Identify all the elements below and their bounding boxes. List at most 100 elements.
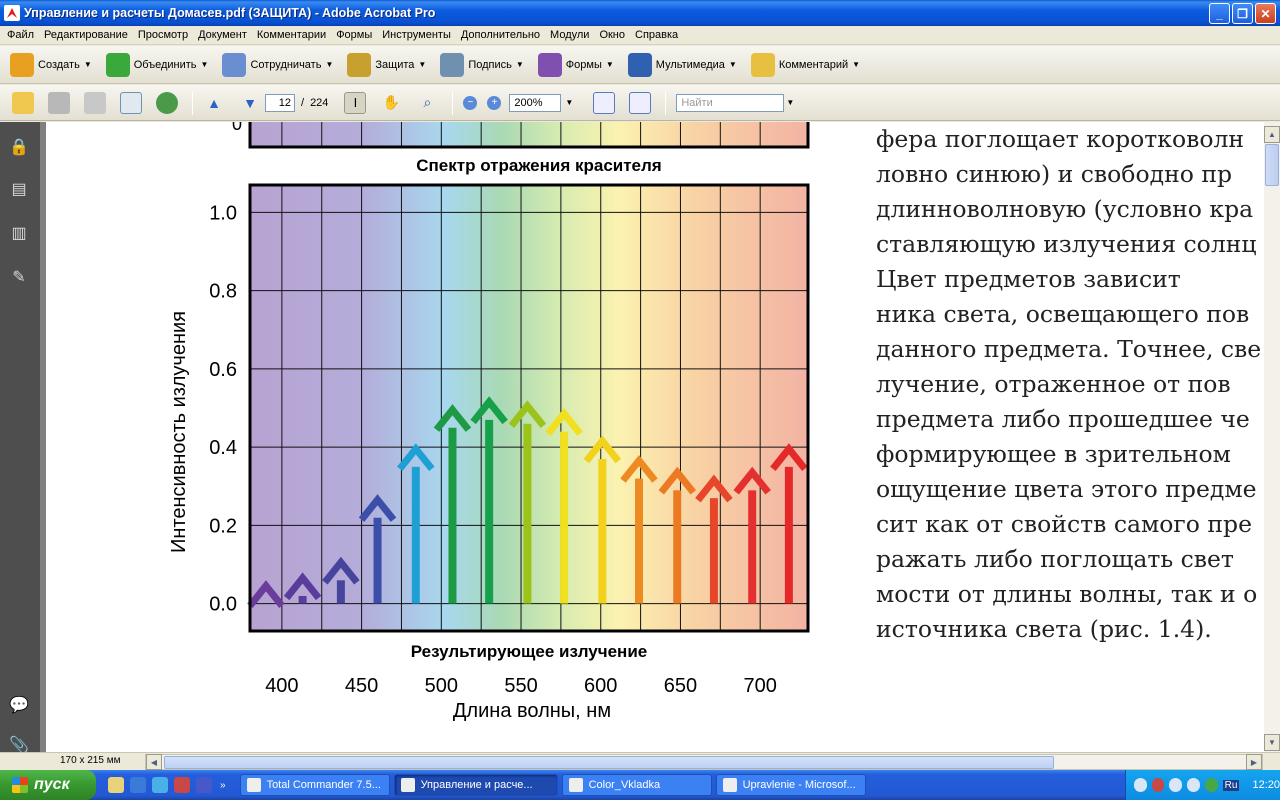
menu-item[interactable]: Просмотр [133,29,193,41]
scroll-down-button[interactable]: ▼ [1264,734,1280,751]
arrow-shaft [635,478,644,604]
figure-svg: 0 Спектр отражения красителя 0.00.20.40.… [168,122,810,722]
vertical-scroll-thumb[interactable] [1265,144,1279,186]
window-title: Управление и расчеты Домасев.pdf (ЗАЩИТА… [24,6,436,20]
toolbar-button[interactable]: Подпись ▼ [440,52,524,77]
arrow-shaft [523,423,532,604]
menu-item[interactable]: Редактирование [39,29,133,41]
start-button[interactable]: пуск [0,770,96,800]
bookmarks-icon[interactable]: ▥ [8,222,30,244]
pdf-page: 0 Спектр отражения красителя 0.0 0.2 0.4 0.… [46,122,1264,752]
app-icon [400,778,415,792]
page-number-input[interactable]: 12 [265,93,295,112]
hand-tool-icon[interactable]: ✋ [380,92,402,114]
lock-icon[interactable]: 🔒 [8,136,30,158]
zoom-input[interactable]: 200% [509,93,562,112]
menu-item[interactable]: Комментарии [252,29,331,41]
menu-item[interactable]: Модули [545,29,594,41]
save-icon[interactable] [84,91,106,114]
toolbar-button[interactable]: Мультимедиа ▼ [627,52,737,77]
zoom-in-icon[interactable]: + [487,95,502,110]
text-line: длинноволновую (условно кра [876,195,1254,223]
minimize-button[interactable]: _ [1209,3,1230,24]
quicklaunch-icon[interactable] [152,777,168,793]
close-button[interactable]: ✕ [1255,3,1276,24]
horizontal-scroll-thumb[interactable] [164,756,1054,769]
full-screen-icon[interactable] [629,91,652,114]
scroll-right-button[interactable]: ▶ [1246,754,1262,770]
menu-item[interactable]: Формы [331,29,377,41]
text-line: предмета либо прошедшее че [876,405,1250,433]
toolbar-button-label: Создать [38,58,80,71]
marquee-zoom-icon[interactable]: ⌕ [416,92,438,114]
quicklaunch-icon[interactable] [108,777,124,793]
text-line: ощущение цвета этого предме [876,475,1257,503]
quicklaunch-icon[interactable] [196,777,212,793]
title-bar: Управление и расчеты Домасев.pdf (ЗАЩИТА… [0,0,1280,26]
arrow-shaft [560,431,569,604]
zoom-out-icon[interactable]: − [463,95,478,110]
web-icon[interactable] [156,91,178,114]
combine-icon [105,52,130,77]
tray-icon[interactable] [1134,778,1147,792]
toolbar-button[interactable]: Комментарий ▼ [750,52,860,77]
maximize-button[interactable]: ❐ [1232,3,1253,24]
email-icon[interactable] [120,91,142,114]
quicklaunch-icon[interactable] [174,777,190,793]
tray-icon[interactable] [1169,778,1183,792]
quick-launch [108,777,212,793]
scroll-up-button[interactable]: ▲ [1264,126,1280,143]
top-caption: Спектр отражения красителя [416,156,661,175]
system-tray: Ru 12:20 [1125,770,1280,800]
select-tool-icon[interactable]: I [344,91,367,114]
menu-item[interactable]: Файл [2,29,39,41]
taskbar-button[interactable]: Управление и расче... [393,774,558,796]
pages-icon[interactable]: ▤ [8,178,30,200]
comments-icon[interactable]: 💬 [8,694,30,716]
toolbar-button[interactable]: Защита ▼ [347,52,426,77]
arrow-shaft [448,427,457,604]
navigation-toolbar: ▲ ▼ 12 / 224 I ✋ ⌕ − + 200% ▼ Найти ▼ [0,85,1280,121]
taskbar-button[interactable]: Total Commander 7.5... [239,774,390,796]
menu-item[interactable]: Окно [594,29,630,41]
language-indicator[interactable]: Ru [1222,779,1240,791]
taskbar-button[interactable]: Upravlenie - Microsof... [715,774,866,796]
horizontal-scrollbar[interactable]: ◀ ▶ [145,754,1263,770]
toolbar-button[interactable]: Формы ▼ [537,52,614,77]
scroll-left-button[interactable]: ◀ [146,754,162,770]
menu-item[interactable]: Дополнительно [456,29,545,41]
arrow-shaft [673,490,682,604]
volume-icon[interactable] [1187,778,1200,792]
arrow-down-icon[interactable]: ▼ [239,92,261,114]
quicklaunch-chevron-icon[interactable]: » [220,780,226,791]
app-icon [722,778,737,792]
find-input[interactable]: Найти [676,93,785,112]
menu-item[interactable]: Документ [193,29,252,41]
chevron-down-icon[interactable]: ▼ [786,98,794,107]
y-tick-label: 0.0 [209,594,237,616]
x-tick-label: 700 [743,675,776,697]
toolbar-button[interactable]: Создать ▼ [10,52,92,77]
app-icon [246,778,261,792]
chevron-down-icon[interactable]: ▼ [565,98,573,107]
task-buttons: Total Commander 7.5... Управление и расче… [239,774,870,796]
vertical-scrollbar[interactable]: ▲ ▼ [1264,122,1280,752]
arrow-up-icon[interactable]: ▲ [203,92,225,114]
print-icon[interactable] [48,91,70,114]
start-label: пуск [34,776,70,793]
toolbar-button[interactable]: Сотрудничать ▼ [222,52,334,77]
toolbar-button[interactable]: Объединить ▼ [105,52,208,77]
menu-item[interactable]: Инструменты [377,29,456,41]
fit-width-icon[interactable] [593,91,616,114]
x-axis-label: Длина волны, нм [453,700,611,722]
chevron-down-icon: ▼ [325,60,334,69]
quicklaunch-icon[interactable] [130,777,146,793]
menu-item[interactable]: Справка [630,29,683,41]
open-icon[interactable] [12,91,34,114]
tray-icon[interactable] [1151,778,1165,792]
toolbar-button-label: Комментарий [778,58,849,71]
taskbar-button[interactable]: Color_Vkladka [561,774,712,796]
signatures-icon[interactable]: ✎ [8,266,30,288]
text-line: мости от длины волны, так и о [876,580,1258,608]
tray-icon[interactable] [1204,778,1218,792]
